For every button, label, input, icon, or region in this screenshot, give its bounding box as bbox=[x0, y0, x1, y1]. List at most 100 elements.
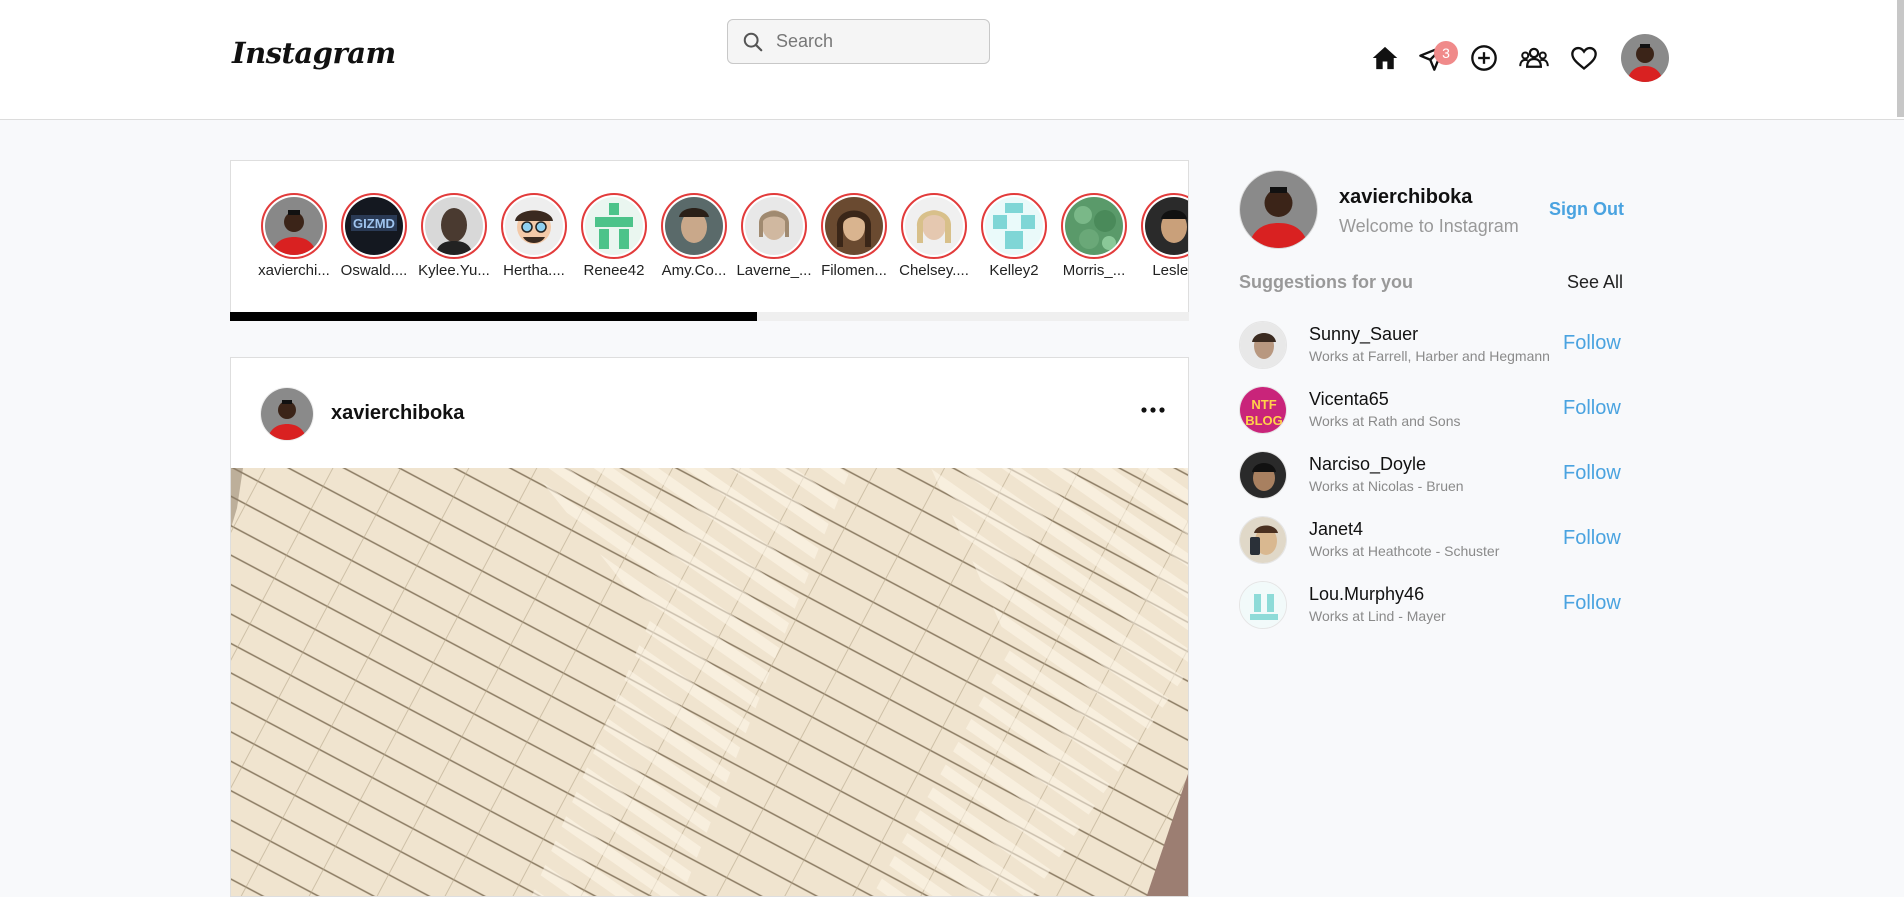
suggestion-item: NTF BLOG Vicenta65 Works at Rath and Sons… bbox=[1239, 385, 1621, 435]
follow-button[interactable]: Follow bbox=[1563, 462, 1621, 485]
suggestions-heading: Suggestions for you bbox=[1239, 272, 1414, 292]
story-item[interactable]: xavierchi... bbox=[254, 193, 334, 279]
story-ring bbox=[901, 193, 967, 259]
story-ring bbox=[421, 193, 487, 259]
story-username: Morris_... bbox=[1062, 262, 1126, 279]
story-ring: GIZMD bbox=[341, 193, 407, 259]
story-item[interactable]: Lesley bbox=[1134, 193, 1189, 279]
suggestion-item: Narciso_Doyle Works at Nicolas - Bruen F… bbox=[1239, 450, 1621, 500]
suggestion-work: Works at Lind - Mayer bbox=[1309, 608, 1446, 624]
post-author-avatar[interactable] bbox=[260, 387, 314, 441]
story-username: Kylee.Yu... bbox=[418, 262, 490, 279]
search-input[interactable] bbox=[774, 30, 968, 53]
home-icon[interactable] bbox=[1369, 42, 1401, 74]
suggestion-work: Works at Nicolas - Bruen bbox=[1309, 478, 1464, 494]
story-ring bbox=[1141, 193, 1188, 259]
story-ring bbox=[821, 193, 887, 259]
post-author-username[interactable]: xavierchiboka bbox=[331, 402, 464, 425]
story-item[interactable]: Renee42 bbox=[574, 193, 654, 279]
search-icon bbox=[743, 32, 763, 51]
story-avatar bbox=[985, 197, 1043, 255]
follow-button[interactable]: Follow bbox=[1563, 527, 1621, 550]
suggestion-item: Lou.Murphy46 Works at Lind - Mayer Follo… bbox=[1239, 580, 1621, 630]
messages-badge: 3 bbox=[1434, 41, 1458, 65]
stories-bar: xavierchi... GIZMD Oswald.... Kylee.Yu..… bbox=[230, 160, 1189, 321]
story-avatar bbox=[1065, 197, 1123, 255]
story-ring bbox=[581, 193, 647, 259]
current-user-username[interactable]: xavierchiboka bbox=[1339, 186, 1472, 209]
suggestion-work: Works at Heathcote - Schuster bbox=[1309, 543, 1500, 559]
story-avatar bbox=[505, 197, 563, 255]
story-item[interactable]: Laverne_... bbox=[734, 193, 814, 279]
svg-text:GIZMD: GIZMD bbox=[353, 216, 395, 231]
svg-text:NTF: NTF bbox=[1251, 397, 1276, 412]
add-post-icon[interactable] bbox=[1468, 42, 1500, 74]
story-item[interactable]: Chelsey.... bbox=[894, 193, 974, 279]
feed-post: xavierchiboka bbox=[230, 357, 1189, 897]
story-avatar: GIZMD bbox=[345, 197, 403, 255]
story-username: Amy.Co... bbox=[661, 262, 727, 279]
story-ring bbox=[261, 193, 327, 259]
stories-scroll-progress-fill bbox=[230, 312, 758, 321]
heart-icon[interactable] bbox=[1568, 42, 1600, 74]
story-item[interactable]: Morris_... bbox=[1054, 193, 1134, 279]
story-username: Oswald.... bbox=[340, 262, 408, 279]
search-box[interactable] bbox=[727, 19, 990, 64]
sign-out-button[interactable]: Sign Out bbox=[1549, 199, 1624, 220]
suggestion-username[interactable]: Sunny_Sauer bbox=[1309, 324, 1418, 345]
story-username: Lesley bbox=[1152, 262, 1189, 279]
suggestion-avatar[interactable] bbox=[1239, 321, 1287, 369]
suggestion-work: Works at Rath and Sons bbox=[1309, 413, 1461, 429]
suggestion-avatar[interactable]: NTF BLOG bbox=[1239, 386, 1287, 434]
story-username: Hertha.... bbox=[503, 262, 565, 279]
story-ring bbox=[661, 193, 727, 259]
story-item[interactable]: Kelley2 bbox=[974, 193, 1054, 279]
follow-button[interactable]: Follow bbox=[1563, 332, 1621, 355]
suggestion-username[interactable]: Janet4 bbox=[1309, 519, 1363, 540]
story-item[interactable]: Hertha.... bbox=[494, 193, 574, 279]
story-item[interactable]: Filomen... bbox=[814, 193, 894, 279]
people-icon[interactable] bbox=[1518, 42, 1550, 74]
story-ring bbox=[501, 193, 567, 259]
story-ring bbox=[741, 193, 807, 259]
instagram-logo[interactable]: Instagram bbox=[232, 36, 396, 70]
story-username: Filomen... bbox=[821, 262, 887, 279]
scrollbar[interactable] bbox=[1897, 0, 1904, 117]
story-item[interactable]: Amy.Co... bbox=[654, 193, 734, 279]
story-avatar bbox=[665, 197, 723, 255]
story-item[interactable]: Kylee.Yu... bbox=[414, 193, 494, 279]
stories-scroll-progress[interactable] bbox=[230, 312, 1189, 321]
suggestion-work: Works at Farrell, Harber and Hegmann bbox=[1309, 348, 1550, 364]
svg-text:BLOG: BLOG bbox=[1245, 413, 1283, 428]
story-avatar bbox=[265, 197, 323, 255]
profile-avatar-nav[interactable] bbox=[1621, 34, 1669, 82]
story-ring bbox=[981, 193, 1047, 259]
story-avatar bbox=[1145, 197, 1188, 255]
story-avatar bbox=[745, 197, 803, 255]
post-image[interactable] bbox=[231, 468, 1188, 896]
story-username: xavierchi... bbox=[258, 262, 330, 279]
story-ring bbox=[1061, 193, 1127, 259]
story-item[interactable]: GIZMD Oswald.... bbox=[334, 193, 414, 279]
story-username: Kelley2 bbox=[989, 262, 1039, 279]
suggestion-avatar[interactable] bbox=[1239, 581, 1287, 629]
current-user-avatar[interactable] bbox=[1239, 170, 1318, 249]
story-avatar bbox=[825, 197, 883, 255]
follow-button[interactable]: Follow bbox=[1563, 592, 1621, 615]
story-avatar bbox=[425, 197, 483, 255]
see-all-link[interactable]: See All bbox=[1567, 272, 1623, 293]
suggestion-username[interactable]: Vicenta65 bbox=[1309, 389, 1389, 410]
suggestion-username[interactable]: Narciso_Doyle bbox=[1309, 454, 1426, 475]
follow-button[interactable]: Follow bbox=[1563, 397, 1621, 420]
top-navbar: Instagram 3 bbox=[0, 0, 1904, 120]
suggestion-item: Sunny_Sauer Works at Farrell, Harber and… bbox=[1239, 320, 1621, 370]
suggestion-avatar[interactable] bbox=[1239, 516, 1287, 564]
welcome-text: Welcome to Instagram bbox=[1339, 216, 1519, 236]
story-username: Laverne_... bbox=[736, 262, 812, 279]
suggestion-avatar[interactable] bbox=[1239, 451, 1287, 499]
story-avatar bbox=[585, 197, 643, 255]
suggestion-username[interactable]: Lou.Murphy46 bbox=[1309, 584, 1424, 605]
story-avatar bbox=[905, 197, 963, 255]
story-username: Chelsey.... bbox=[899, 262, 969, 279]
more-options-icon[interactable] bbox=[1141, 402, 1165, 420]
